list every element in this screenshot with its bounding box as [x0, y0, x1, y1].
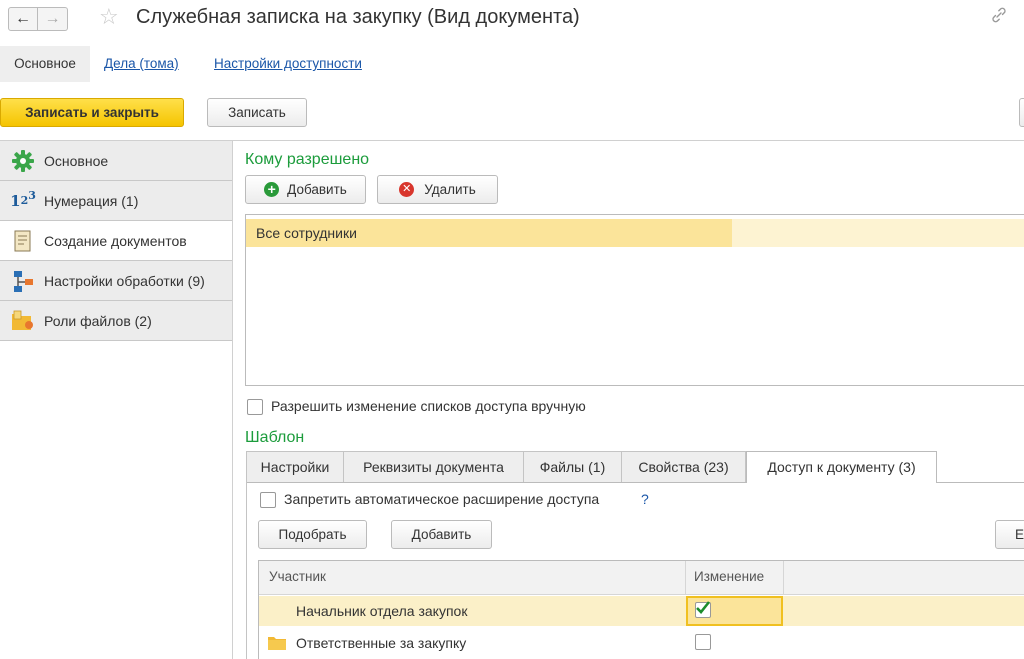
sidebar-item-label: Роли файлов (2): [44, 312, 152, 329]
tab-main[interactable]: Основное: [0, 46, 90, 82]
workflow-icon: [10, 268, 36, 294]
numbering-icon: 123: [10, 189, 36, 210]
more-actions-button[interactable]: [1019, 98, 1024, 127]
checkmark-icon: [696, 601, 711, 614]
prohibit-expansion-label: Запретить автоматическое расширение дост…: [284, 491, 600, 507]
sidebar-item-document-creation[interactable]: Создание документов: [0, 221, 232, 261]
allowed-title: Кому разрешено: [245, 151, 370, 168]
participant-cell: Начальник отдела закупок: [296, 603, 468, 619]
prohibit-expansion-checkbox[interactable]: [260, 492, 276, 508]
column-header-participant[interactable]: Участник: [269, 569, 326, 584]
save-button[interactable]: Записать: [207, 98, 307, 127]
tab-properties[interactable]: Свойства (23): [621, 451, 746, 482]
manual-access-label: Разрешить изменение списков доступа вруч…: [271, 398, 586, 414]
tab-document-access[interactable]: Доступ к документу (3): [746, 451, 937, 483]
sidebar-item-label: Настройки обработки (9): [44, 272, 205, 289]
pick-button[interactable]: Подобрать: [258, 520, 367, 549]
more-button[interactable]: Ещ: [995, 520, 1024, 549]
tab-panel-border: [246, 482, 247, 659]
access-table-header: [259, 561, 1024, 595]
change-checkbox[interactable]: [695, 634, 711, 650]
arrow-right-icon: →: [44, 10, 61, 27]
allowed-row-label: Все сотрудники: [256, 225, 357, 241]
participant-cell: Ответственные за закупку: [296, 635, 467, 651]
link-icon[interactable]: [990, 6, 1008, 29]
star-icon[interactable]: ☆: [99, 4, 119, 30]
tab-cases[interactable]: Дела (тома): [104, 46, 179, 82]
sidebar-item-file-roles[interactable]: Роли файлов (2): [0, 301, 232, 341]
tabs-baseline-right: [937, 482, 1024, 483]
arrow-left-icon: ←: [15, 10, 31, 27]
folder-icon: [268, 636, 286, 650]
tab-document-attributes[interactable]: Реквизиты документа: [343, 451, 524, 482]
delete-allowed-button[interactable]: ✕ Удалить: [377, 175, 498, 204]
back-button[interactable]: ←: [8, 7, 38, 31]
sidebar-item-processing-settings[interactable]: Настройки обработки (9): [0, 261, 232, 301]
delete-icon: ✕: [399, 182, 415, 197]
tabs-baseline-left: [246, 482, 746, 483]
column-divider: [685, 561, 686, 595]
file-roles-icon: [10, 308, 36, 334]
delete-allowed-label: Удалить: [424, 182, 476, 197]
help-icon[interactable]: ?: [641, 491, 649, 507]
sidebar-divider: [232, 140, 233, 659]
tab-settings[interactable]: Настройки: [246, 451, 344, 482]
column-header-change[interactable]: Изменение: [694, 569, 764, 584]
sidebar-item-main[interactable]: Основное: [0, 141, 232, 181]
plus-icon: +: [264, 182, 280, 197]
page-title: Служебная записка на закупку (Вид докуме…: [136, 6, 580, 28]
sidebar-item-label: Создание документов: [44, 232, 187, 249]
gear-icon: [10, 148, 36, 174]
sidebar-item-label: Нумерация (1): [44, 192, 139, 209]
tab-files[interactable]: Файлы (1): [523, 451, 622, 482]
add-allowed-label: Добавить: [287, 182, 347, 197]
manual-access-checkbox[interactable]: [247, 399, 263, 415]
document-icon: [10, 228, 36, 254]
change-checkbox[interactable]: [695, 601, 711, 618]
sidebar-item-label: Основное: [44, 152, 109, 169]
tab-availability-settings[interactable]: Настройки доступности: [214, 46, 362, 82]
sidebar-item-numbering[interactable]: 123 Нумерация (1): [0, 181, 232, 221]
save-and-close-button[interactable]: Записать и закрыть: [0, 98, 184, 127]
forward-button[interactable]: →: [38, 7, 68, 31]
column-divider: [783, 561, 784, 595]
table-row-selection-tail: [732, 219, 1024, 247]
template-title: Шаблон: [245, 429, 305, 446]
add-allowed-button[interactable]: + Добавить: [245, 175, 366, 204]
add-participant-button[interactable]: Добавить: [391, 520, 492, 549]
